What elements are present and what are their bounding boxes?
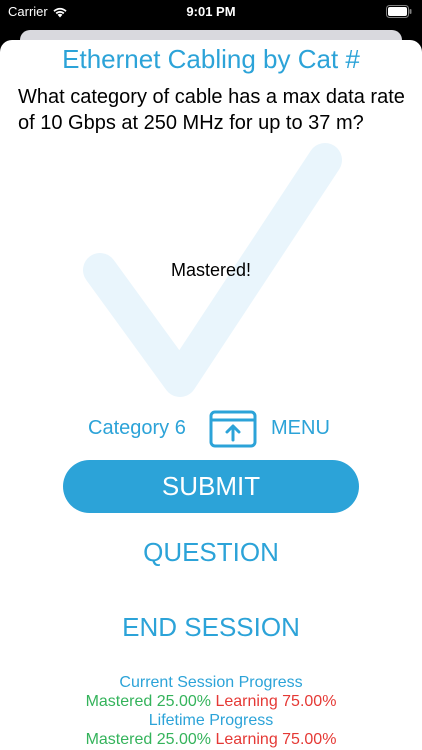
feedback-text: Mastered!: [170, 260, 252, 280]
current-mastered: Mastered 25.00%: [85, 693, 211, 710]
status-time: 9:01 PM: [186, 4, 236, 19]
quiz-sheet: Ethernet Cabling by Cat # What category …: [0, 40, 422, 750]
page-title: Ethernet Cabling by Cat #: [62, 44, 360, 74]
progress-panel: Current Session Progress Mastered 25.00%…: [0, 673, 422, 749]
lifetime-progress-heading: Lifetime Progress: [148, 712, 274, 729]
menu-button[interactable]: MENU: [271, 417, 330, 440]
selected-answer[interactable]: Category 6: [88, 417, 186, 440]
lifetime-learning: Learning 75.00%: [215, 731, 337, 748]
lifetime-mastered: Mastered 25.00%: [85, 731, 211, 748]
question-button[interactable]: QUESTION: [0, 537, 422, 568]
question-text: What category of cable has a max data ra…: [18, 86, 405, 134]
submit-button[interactable]: SUBMIT: [63, 460, 359, 513]
current-progress-heading: Current Session Progress: [119, 674, 303, 691]
lifetime-progress-row: Mastered 25.00% Learning 75.00%: [0, 730, 422, 749]
current-learning: Learning 75.00%: [215, 693, 337, 710]
status-bar: Carrier 9:01 PM: [0, 0, 422, 24]
answer-row: Category 6 MENU: [0, 408, 422, 448]
current-progress-row: Mastered 25.00% Learning 75.00%: [0, 692, 422, 711]
battery-icon: [386, 5, 412, 18]
end-session-button[interactable]: END SESSION: [0, 612, 422, 643]
upload-tray-icon[interactable]: [209, 410, 257, 448]
